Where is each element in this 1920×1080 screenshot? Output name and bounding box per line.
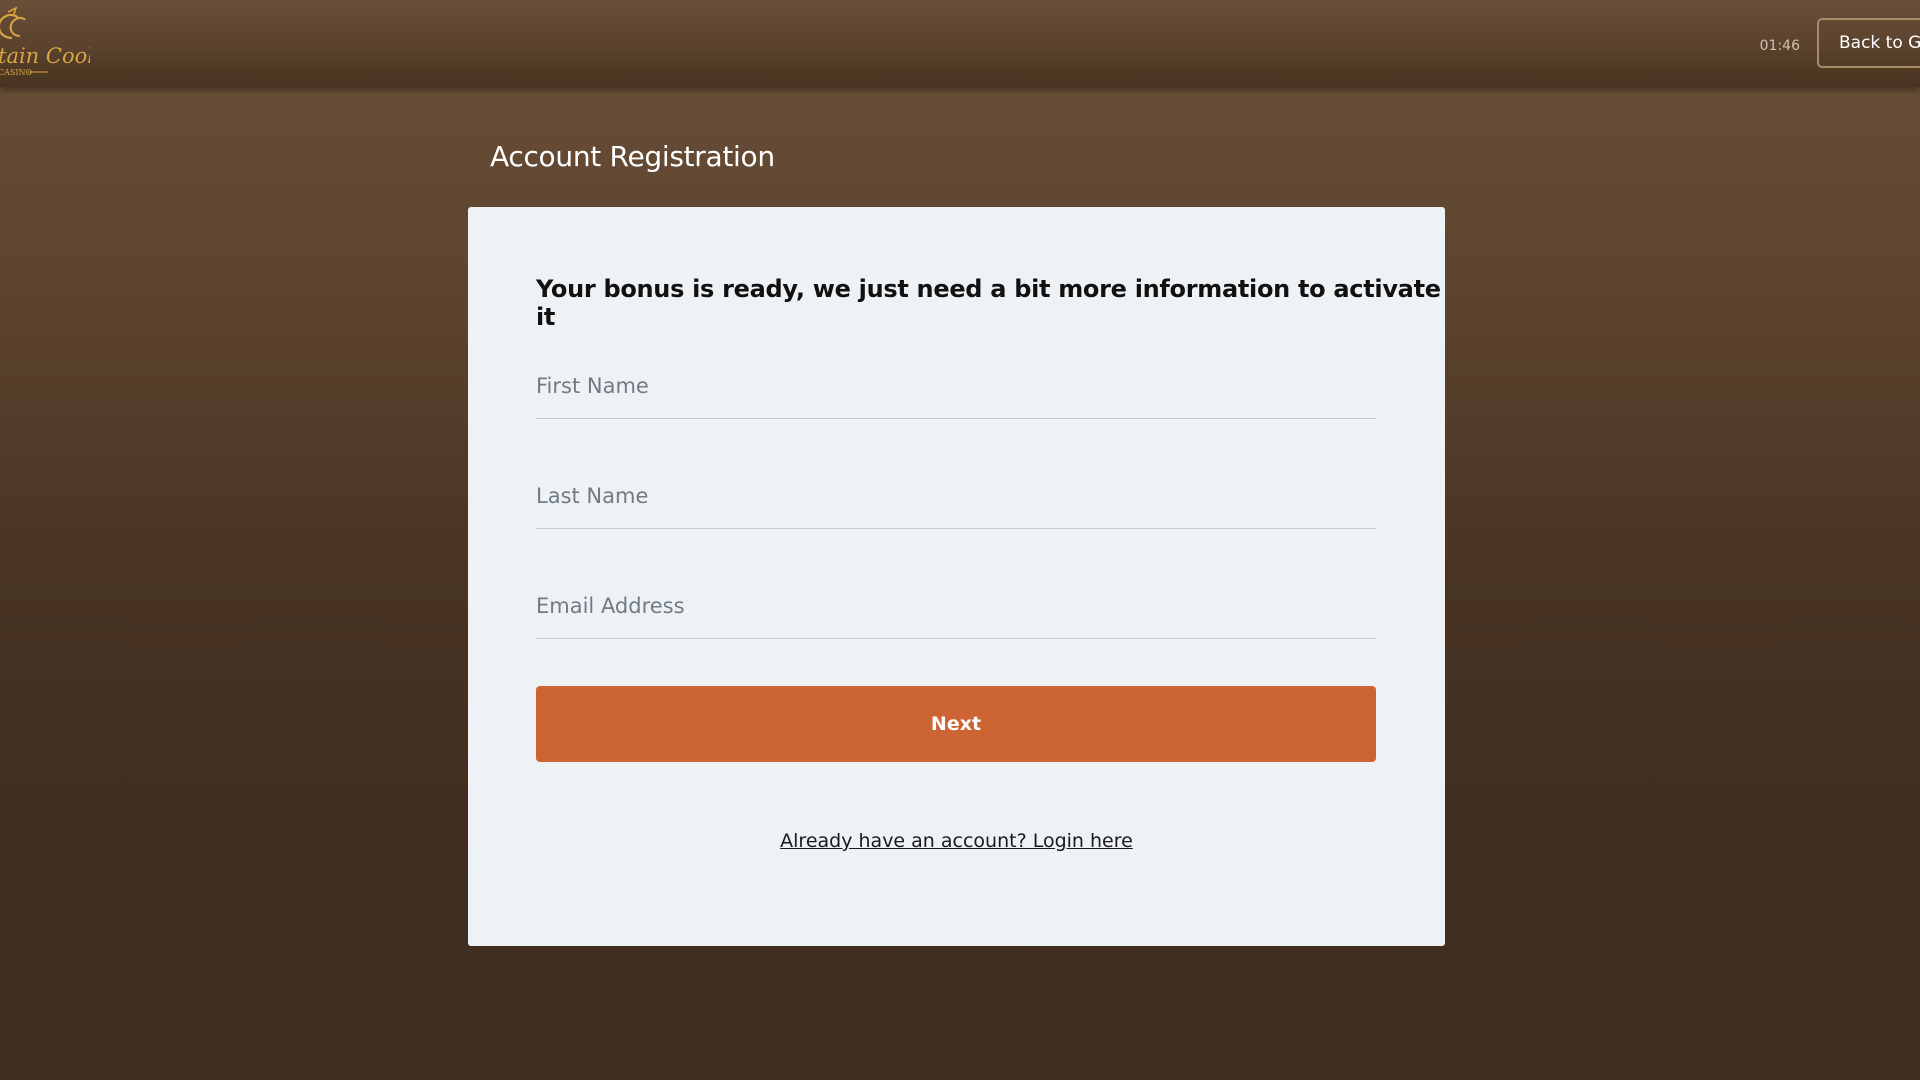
svg-text:CASINO: CASINO <box>0 68 33 77</box>
back-to-games-button[interactable]: Back to Games <box>1817 18 1920 68</box>
page-title: Account Registration <box>490 140 775 173</box>
casino-logo[interactable]: tain Cooks CASINO <box>0 0 90 87</box>
bonus-headline: Your bonus is ready, we just need a bit … <box>536 275 1441 331</box>
first-name-field <box>536 356 1376 419</box>
email-input[interactable] <box>536 576 1376 636</box>
logo-emblem-icon: tain Cooks CASINO <box>0 6 90 77</box>
registration-card: Your bonus is ready, we just need a bit … <box>468 207 1445 946</box>
next-button[interactable]: Next <box>536 686 1376 762</box>
top-header-bar: tain Cooks CASINO 01:46 Back to Games <box>0 0 1920 87</box>
last-name-input[interactable] <box>536 466 1376 526</box>
first-name-input[interactable] <box>536 356 1376 416</box>
email-field <box>536 576 1376 639</box>
last-name-field <box>536 466 1376 529</box>
svg-text:tain Cooks: tain Cooks <box>0 44 90 68</box>
login-link[interactable]: Already have an account? Login here <box>468 830 1445 852</box>
clock-display: 01:46 <box>1759 38 1800 54</box>
